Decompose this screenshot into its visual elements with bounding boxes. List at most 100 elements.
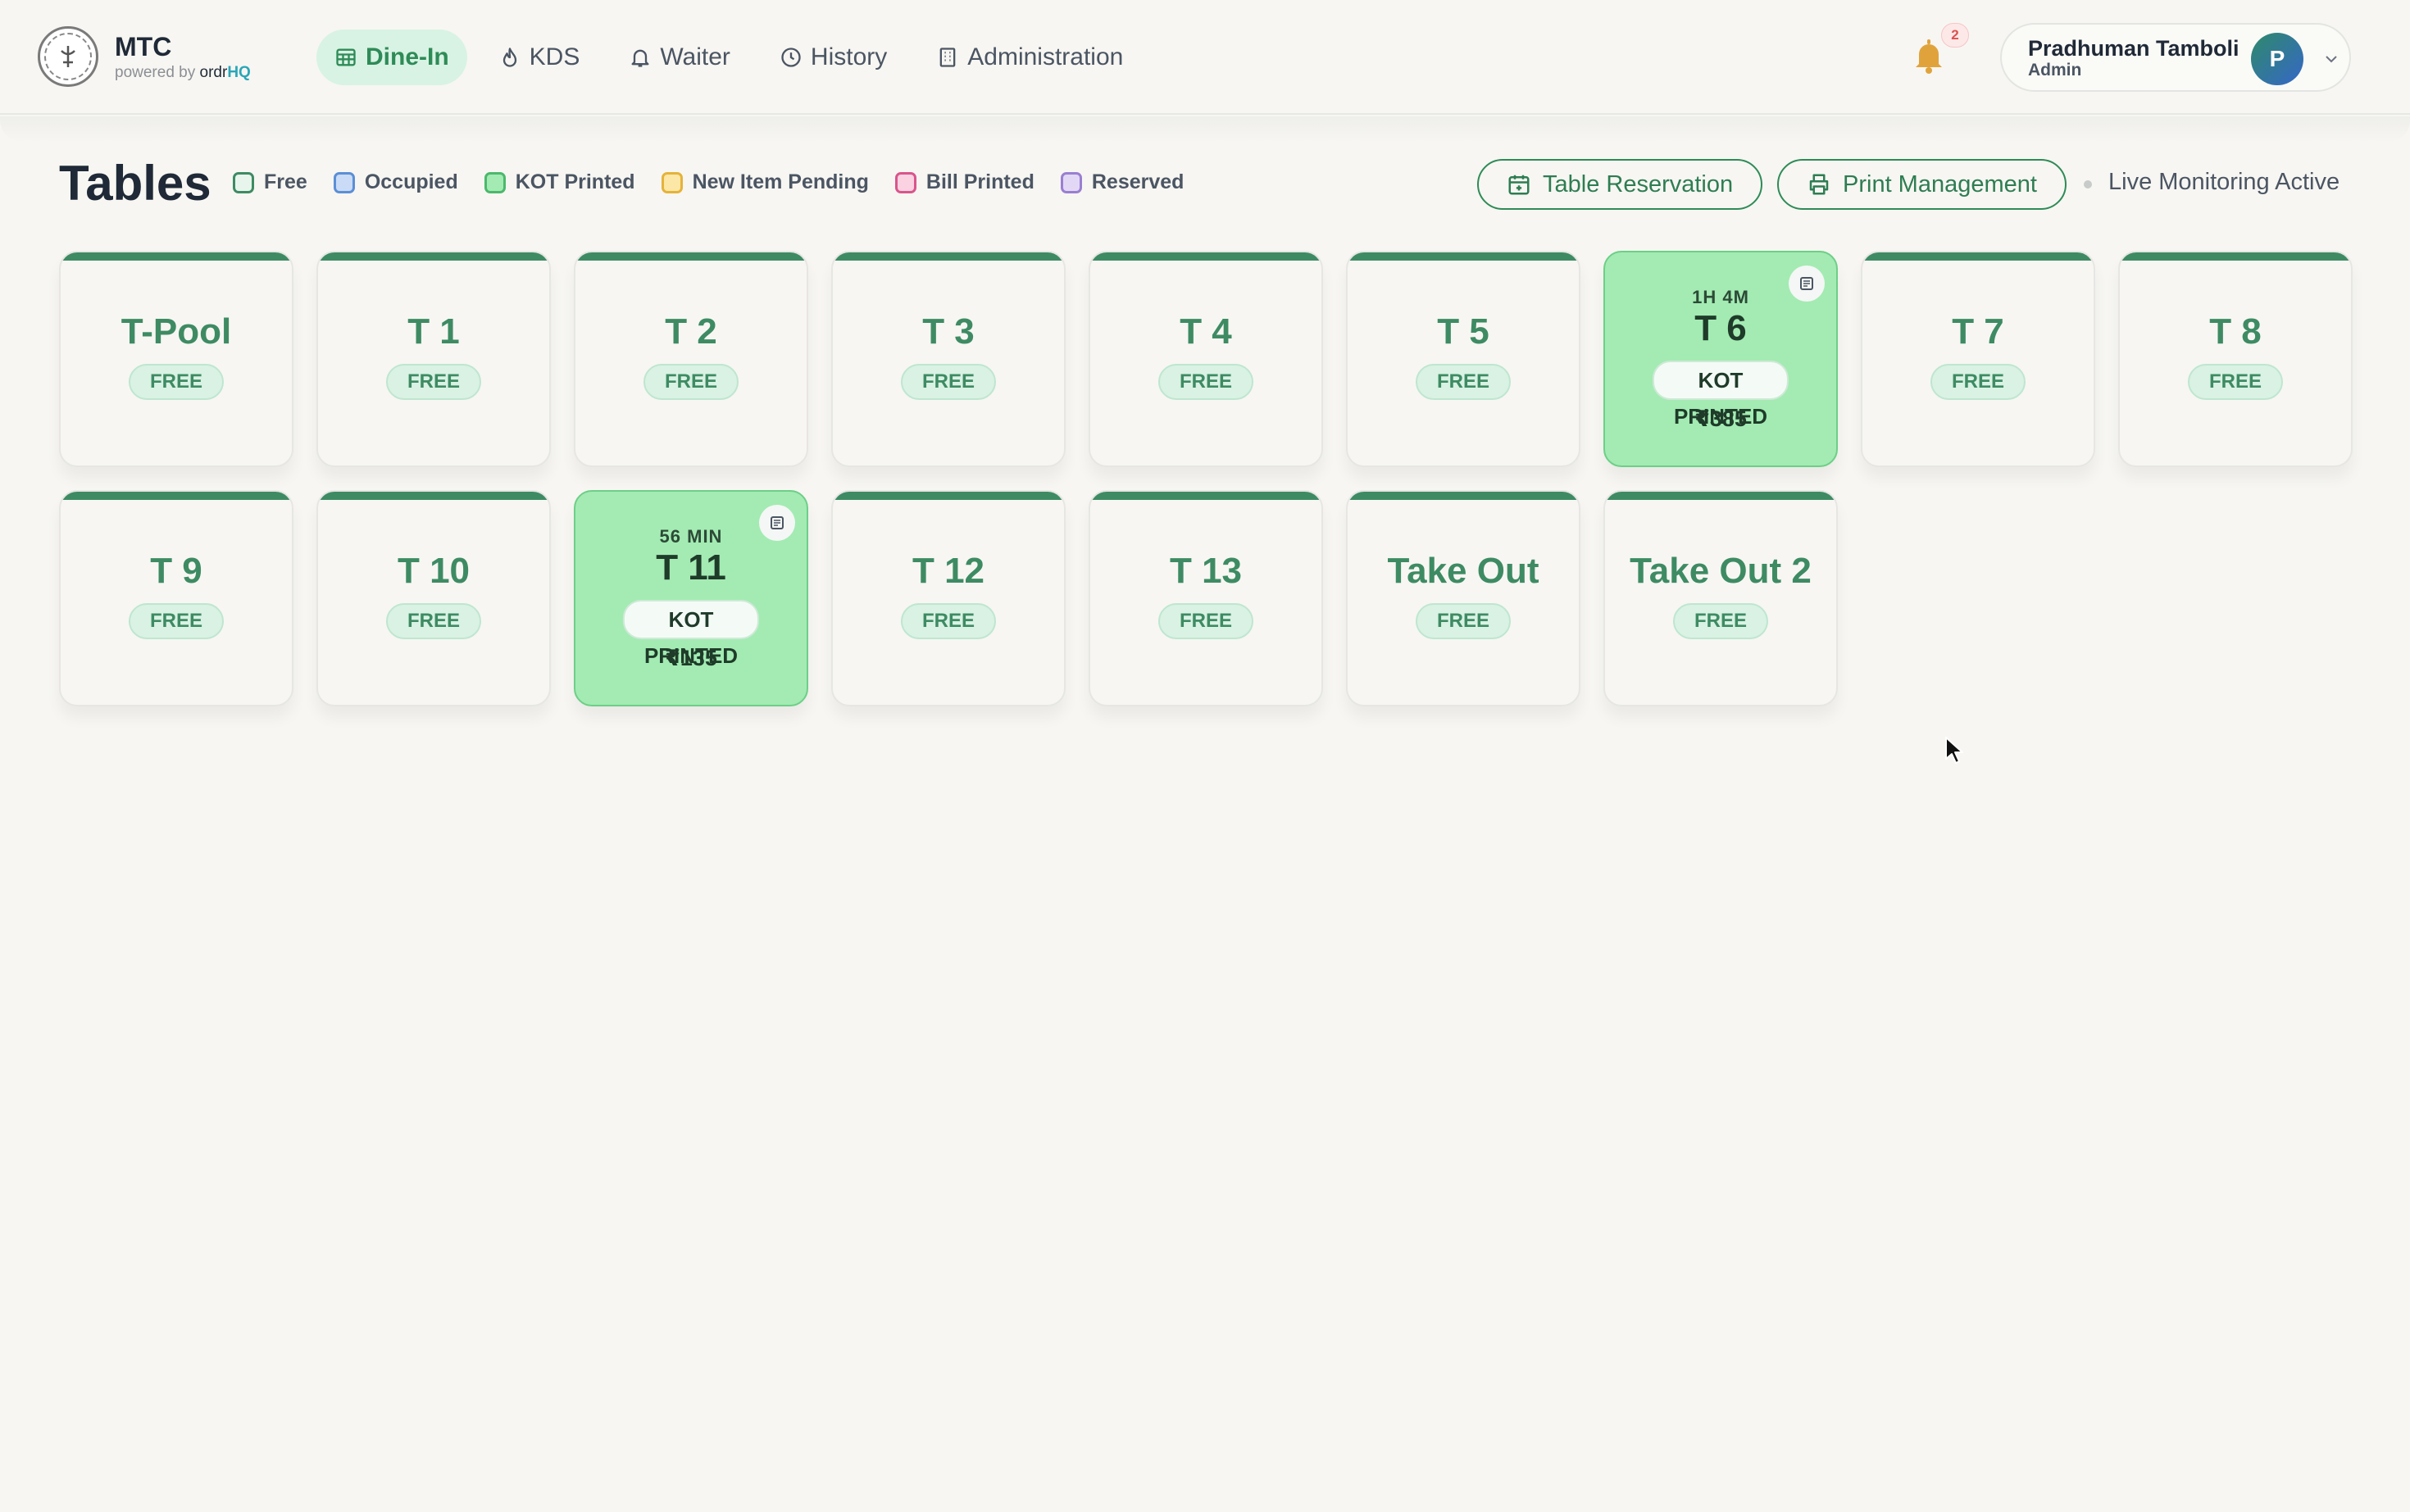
table-card[interactable]: Take Out FREE [1346,490,1580,706]
powered-by-text: powered by [115,64,200,81]
user-menu[interactable]: Pradhuman Tamboli Admin P [2000,23,2351,92]
legend-swatch [484,171,506,193]
print-management-button[interactable]: Print Management [1777,159,2067,210]
mtc-logo[interactable] [38,26,98,87]
table-name: T 3 [922,311,975,352]
nav-waiter[interactable]: Waiter [611,30,748,85]
table-name: Take Out [1387,551,1539,591]
table-card[interactable]: T 8 FREE [2118,251,2353,467]
table-card[interactable]: T 12 FREE [831,490,1066,706]
table-status-badge: FREE [1157,603,1254,639]
table-card[interactable]: T 1 FREE [316,251,551,467]
table-name: T 1 [407,311,460,352]
table-name: T 4 [1180,311,1232,352]
print-management-label: Print Management [1843,170,2037,198]
avatar: P [2251,33,2303,85]
nav-administration-label: Administration [967,43,1124,70]
table-name: T 11 [656,547,726,588]
legend-swatch [1060,171,1082,193]
table-card[interactable]: T 10 FREE [316,490,551,706]
table-name: T 5 [1437,311,1489,352]
table-status-badge: KOT PRINTED [622,600,760,668]
table-card[interactable]: T 13 FREE [1089,490,1323,706]
table-card[interactable]: T 9 FREE [59,490,293,706]
notification-bell-icon[interactable] [1912,36,1946,75]
page-title: Tables [59,156,211,211]
legend-label: KOT Printed [515,170,635,193]
powered-by: powered by ordrHQ [115,64,251,82]
table-card[interactable]: T 2 FREE [574,251,808,467]
printer-icon [1809,174,1829,195]
table-card[interactable]: T 5 FREE [1346,251,1580,467]
legend-new-item-pending: New Item Pending [661,170,869,194]
table-status-badge: FREE [2187,364,2284,400]
bell-outline-icon [631,49,649,67]
legend-free: Free [233,170,307,194]
table-name: T 7 [1952,311,2004,352]
table-name: T 8 [2209,311,2262,352]
main-nav: Dine-In KDS Waiter History Administratio… [316,30,1141,85]
brand-block: MTC powered by ordrHQ [115,33,251,82]
calendar-plus-icon [1508,175,1530,195]
table-card[interactable]: T 7 FREE [1861,251,2095,467]
nav-dine-in-label: Dine-In [366,43,449,70]
table-name: T 13 [1169,551,1243,591]
nav-history[interactable]: History [762,30,905,85]
table-status-badge: FREE [385,603,482,639]
nav-history-label: History [810,43,888,70]
nav-kds-label: KDS [529,43,580,70]
clock-icon [781,48,801,67]
legend-swatch [233,171,254,193]
receipt-icon[interactable] [759,505,795,541]
table-name: T 6 [1694,308,1747,348]
table-status-badge: FREE [128,364,225,400]
nav-waiter-label: Waiter [660,43,730,70]
table-name: Take Out 2 [1630,551,1812,591]
legend-label: Free [264,170,307,193]
brand-name: MTC [115,32,172,61]
table-amount: ₹135 [665,646,717,670]
table-status-badge: FREE [128,603,225,639]
legend-swatch [661,171,683,193]
nav-administration[interactable]: Administration [918,30,1141,85]
legend-bill-printed: Bill Printed [894,170,1034,194]
table-name: T-Pool [120,311,232,352]
table-name: T 10 [397,551,471,591]
table-reservation-label: Table Reservation [1543,170,1734,198]
table-status-badge: FREE [643,364,739,400]
header-divider [0,116,2410,143]
table-reservation-button[interactable]: Table Reservation [1477,159,1763,210]
mouse-cursor-icon [1945,737,1963,764]
user-role: Admin [2028,61,2082,79]
table-status-badge: FREE [385,364,482,400]
table-card[interactable]: T 3 FREE [831,251,1066,467]
notification-count-badge: 2 [1941,23,1969,48]
powered-by-hq: HQ [227,64,251,81]
status-legend: Free Occupied KOT Printed New Item Pendi… [233,170,1184,194]
table-card-kot[interactable]: 1H 4M T 6 KOT PRINTED ₹385 [1603,251,1838,467]
legend-occupied: Occupied [333,170,458,194]
user-name: Pradhuman Tamboli [2028,36,2239,61]
table-status-badge: FREE [1930,364,2026,400]
table-status-badge: FREE [900,603,997,639]
table-status-badge: FREE [1672,603,1769,639]
table-status-badge: KOT PRINTED [1652,361,1789,429]
chevron-down-icon [2326,56,2337,63]
logo-emblem-icon [44,33,92,80]
receipt-icon[interactable] [1789,266,1825,302]
table-card-kot[interactable]: 56 MIN T 11 KOT PRINTED ₹135 [574,490,808,706]
legend-kot-printed: KOT Printed [484,170,635,194]
live-monitoring-status: Live Monitoring Active [2108,169,2340,195]
legend-label: Occupied [364,170,458,193]
table-status-badge: FREE [1157,364,1254,400]
table-name: T 9 [150,551,202,591]
table-status-badge: FREE [900,364,997,400]
table-card[interactable]: T 4 FREE [1089,251,1323,467]
nav-dine-in[interactable]: Dine-In [316,30,467,85]
flame-icon [502,48,516,67]
legend-swatch [894,171,916,193]
table-card[interactable]: Take Out 2 FREE [1603,490,1838,706]
nav-kds[interactable]: KDS [480,30,598,85]
table-grid-icon [336,48,356,66]
table-card[interactable]: T-Pool FREE [59,251,293,467]
